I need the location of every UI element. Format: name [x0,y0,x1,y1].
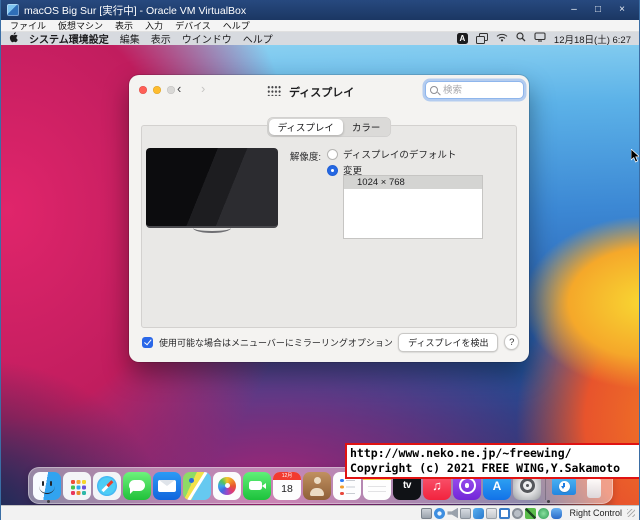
features-status-icon[interactable] [538,507,550,519]
dock-icon-launchpad[interactable] [63,471,91,500]
resize-grip[interactable] [627,509,635,517]
virtualbox-window: macOS Big Sur [実行中] - Oracle VM VirtualB… [0,0,640,520]
watermark-url: http://www.neko.ne.jp/~freewing/ [350,446,572,460]
network-status-icon[interactable] [460,507,472,519]
menu-edit[interactable]: 編集 [120,31,140,46]
window-footer: 使用可能な場合はメニューバーにミラーリングオプションを表示 ディスプレイを検出 … [142,332,519,352]
dock-icon-contacts[interactable] [303,471,331,500]
mouse-cursor [630,148,639,168]
tab-bar: ディスプレイ カラー [267,117,391,137]
macos-menubar: システム環境設定 編集 表示 ウインドウ ヘルプ A 12月18日(土) 6:2… [1,31,639,46]
audio-status-icon[interactable] [447,507,459,519]
optical-drive-status-icon[interactable] [434,507,446,519]
dock-icon-mail[interactable] [153,471,181,500]
menu-system-preferences[interactable]: システム環境設定 [29,31,109,46]
mirroring-checkbox[interactable] [142,336,153,348]
calendar-day: 18 [281,482,293,495]
usb-status-icon[interactable] [473,507,485,519]
help-button[interactable]: ? [504,334,519,350]
detect-displays-button[interactable]: ディスプレイを検出 [398,332,499,352]
vb-window-title: macOS Big Sur [実行中] - Oracle VM VirtualB… [24,4,247,17]
recording-status-icon[interactable] [512,507,524,519]
tv-logo: tv [403,480,411,491]
tab-display[interactable]: ディスプレイ [268,119,343,135]
menubar-clock[interactable]: 12月18日(土) 6:27 [554,32,631,46]
app-store-logo: A [492,478,502,493]
menu-view[interactable]: 表示 [151,31,171,46]
display-menu-icon[interactable] [534,32,546,45]
forward-button[interactable]: › [201,82,205,95]
tab-color[interactable]: カラー [343,119,390,135]
system-preferences-running-indicator [547,500,550,503]
mirroring-checkbox-label: 使用可能な場合はメニューバーにミラーリングオプションを表示 [159,337,393,348]
watermark-overlay: http://www.neko.ne.jp/~freewing/ Copyrig… [345,443,639,479]
search-field[interactable] [425,81,524,99]
dock-icon-photos[interactable] [213,471,241,500]
dock-icon-calendar[interactable]: 12月 18 [273,471,301,500]
dock-icon-facetime[interactable] [243,471,271,500]
spotlight-icon[interactable] [516,32,526,45]
dock-icon-maps[interactable] [183,471,211,500]
apple-logo-icon[interactable] [9,31,18,46]
minimize-window-button[interactable] [153,86,161,94]
traffic-lights [139,86,175,94]
host-key-label: Right Control [569,508,622,518]
input-method-icon[interactable]: A [456,33,468,44]
wifi-icon[interactable] [496,33,508,45]
finder-running-indicator [47,500,50,503]
download-arrow-icon [558,480,570,492]
zoom-window-button[interactable] [167,86,175,94]
minimize-button[interactable]: – [563,2,585,18]
menu-window[interactable]: ウインドウ [182,31,232,46]
shared-folders-status-icon[interactable] [486,507,498,519]
close-button[interactable]: × [611,2,633,18]
dock-icon-safari[interactable] [93,471,121,500]
radio-default-label: ディスプレイのデフォルト [343,150,457,161]
resolution-list[interactable]: 1024 × 768 [343,175,483,239]
back-button[interactable]: ‹ [177,82,181,95]
search-input[interactable] [441,83,515,97]
window-title: ディスプレイ [289,87,355,99]
mouse-integration-status-icon[interactable] [551,507,563,519]
radio-default-resolution[interactable]: ディスプレイのデフォルト [327,147,456,161]
display-status-icon[interactable] [499,507,511,519]
dock-icon-messages[interactable] [123,471,151,500]
vb-titlebar: macOS Big Sur [実行中] - Oracle VM VirtualB… [1,0,639,20]
virtualbox-app-icon [7,4,19,16]
menubar-status-items: A 12月18日(土) 6:27 [456,32,631,46]
resolution-list-item[interactable]: 1024 × 768 [344,176,482,189]
menu-help[interactable]: ヘルプ [243,31,273,46]
maximize-button[interactable]: □ [587,2,609,18]
hard-disk-status-icon[interactable] [421,507,433,519]
vb-statusbar: Right Control [1,505,639,520]
resolution-label: 解像度: [289,152,321,163]
show-all-grid-icon[interactable] [267,85,281,96]
music-note-icon: ♫ [432,478,442,493]
calendar-month: 12月 [273,471,301,480]
desktop-wallpaper: ‹ › ディスプレイ ディスプレイ カラー 解像度: ディスプレイのデフォルト [1,45,639,505]
radio-on-icon[interactable] [327,164,338,176]
dock-icon-finder[interactable] [33,471,61,500]
watermark-copyright: Copyright (c) 2021 FREE WING,Y.Sakamoto [350,461,621,475]
mission-control-icon[interactable] [475,33,488,44]
vb-window-controls: – □ × [563,2,633,18]
radio-off-icon[interactable] [327,148,338,160]
virtualization-status-icon[interactable] [525,507,537,519]
search-icon [430,86,438,94]
display-preferences-window: ‹ › ディスプレイ ディスプレイ カラー 解像度: ディスプレイのデフォルト [129,75,529,362]
close-window-button[interactable] [139,86,147,94]
